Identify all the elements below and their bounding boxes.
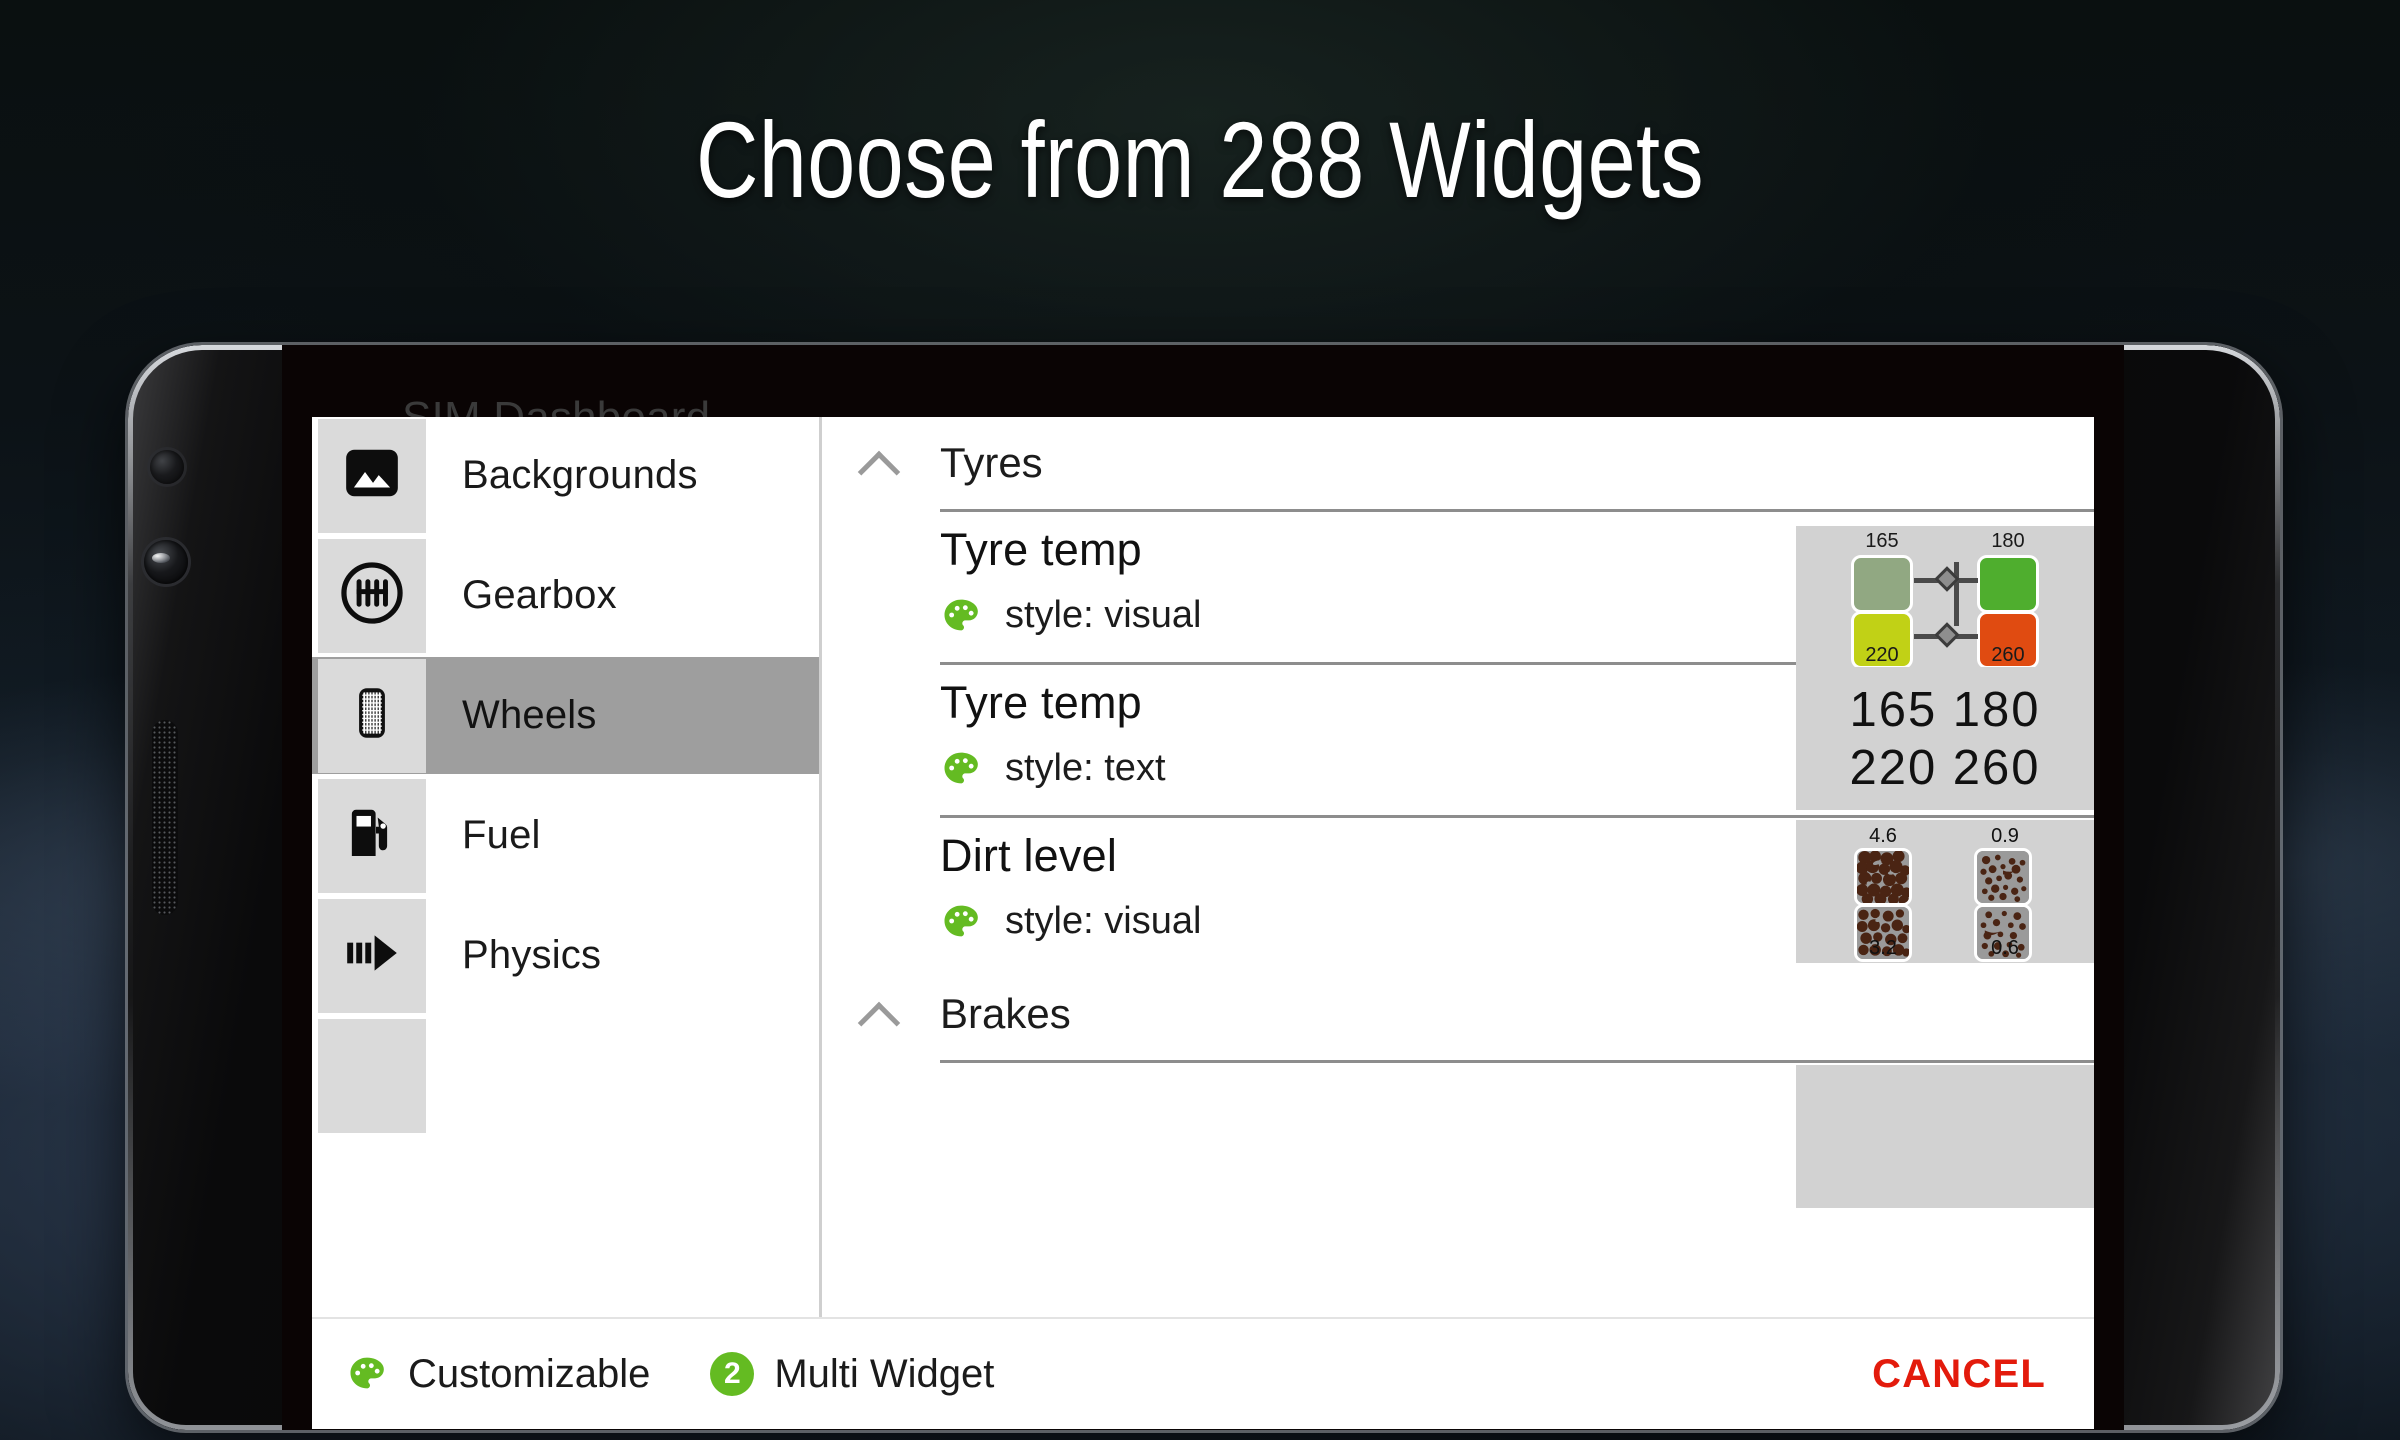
preview-tile-fr [1977,555,2039,613]
speaker-grille [152,720,178,915]
palette-icon [346,1354,388,1394]
legend-customizable: Customizable [346,1352,650,1397]
sidebar-item-label: Wheels [462,693,597,737]
group-title: Tyres [940,439,1043,486]
sidebar-icon-tile-gearbox [318,538,426,653]
preview-tile-fr [1974,848,2032,906]
list-clip-edge [822,1307,2094,1317]
camera-lens-icon-top [150,450,184,484]
chevron-up-icon[interactable] [856,991,902,1037]
sidebar-item-label: Physics [462,933,602,977]
legend-label-customizable: Customizable [408,1351,651,1396]
widget-row-tyre-temp-text[interactable]: Tyre temp style: text 165 180 220 260 [822,665,2094,815]
sidebar-item-label: Gearbox [462,573,617,617]
sidebar-item-label: Fuel [462,813,541,857]
widget-list[interactable]: Tyres Tyre temp style: visual 165 180 22… [822,417,2094,1317]
preview-value-fl: 165 [1865,530,1899,552]
widget-row-text: Tyre temp [940,524,1796,637]
cancel-button[interactable]: CANCEL [1866,1344,2052,1405]
preview-tile-fl [1851,555,1913,613]
phone-device-mockup: SIM Dashboard [128,345,2280,1430]
sidebar-icon-tile-fuel [318,778,426,893]
sidebar-icon-tile-partial [318,1018,426,1133]
image-icon [341,442,403,509]
widget-style-label: style: visual [1005,594,1202,636]
sidebar-item-gearbox[interactable]: Gearbox [312,537,822,654]
camera-lens-icon-bottom [144,540,188,584]
widget-preview-tyre-temp-visual: 165 180 220 260 [1796,526,2094,669]
preview-text-line-rear: 220 260 [1849,740,2041,795]
widget-style-label: style: visual [1005,900,1202,942]
hero-title: Choose from 288 Widgets [695,99,1705,220]
tyre-icon [341,682,403,749]
preview-tile-fl [1854,848,1912,906]
widget-row-tyre-temp-visual[interactable]: Tyre temp style: visual 165 180 220 260 [822,512,2094,669]
group-header-tyres[interactable]: Tyres [822,417,2094,509]
phone-screen: SIM Dashboard [282,345,2124,1430]
widget-preview-dirt-level: 4.6 0.9 3.2 0.6 [1796,820,2094,963]
gearbox-icon [339,560,405,631]
preview-node-rear [1934,622,1960,648]
legend-multi-widget: 2 Multi Widget [710,1352,994,1397]
widget-name: Tyre temp [940,524,1142,575]
dialog-body: Backgrounds Gearbox Wheels Fuel Physics … [312,417,2094,1317]
legend-label-multi-widget: Multi Widget [774,1351,995,1396]
group-title: Brakes [940,990,1071,1037]
physics-motion-icon [341,922,403,989]
preview-axle-spine [1954,562,1959,626]
widget-preview-partial [1796,1065,2094,1208]
widget-preview-tyre-temp-text: 165 180 220 260 [1796,667,2094,810]
preview-value-rl: 220 [1865,644,1899,666]
sidebar-icon-tile-backgrounds [318,418,426,533]
palette-icon [940,902,982,942]
sidebar-item-physics[interactable]: Physics [312,897,822,1014]
sidebar-item-wheels[interactable]: Wheels [312,657,822,774]
sidebar-icon-tile-physics [318,898,426,1013]
widget-row-partial-brakes[interactable] [822,1063,2094,1213]
sidebar-item-fuel[interactable]: Fuel [312,777,822,894]
widget-row-dirt-level-visual[interactable]: Dirt level style: visual 4.6 0.9 3.2 0.6 [822,818,2094,968]
preview-text-block: 165 180 220 260 [1796,667,2094,810]
widget-style-label: style: text [1005,747,1166,789]
preview-value-rr: 0.6 [1991,937,2019,959]
preview-text-line-front: 165 180 [1849,682,2041,737]
dialog-footer: Customizable 2 Multi Widget CANCEL [312,1317,2094,1429]
fuel-pump-icon [341,802,403,869]
widget-chooser-dialog: Backgrounds Gearbox Wheels Fuel Physics … [312,417,2094,1429]
sidebar-item-label: Backgrounds [462,453,698,497]
screenshot-stage: Choose from 288 Widgets SIM Dashboard [0,0,2400,1440]
palette-icon [940,749,982,789]
category-sidebar[interactable]: Backgrounds Gearbox Wheels Fuel Physics [312,417,822,1317]
preview-value-fl: 4.6 [1869,825,1897,847]
palette-icon [940,596,982,636]
sidebar-item-backgrounds[interactable]: Backgrounds [312,417,822,534]
preview-value-rr: 260 [1991,644,2025,666]
preview-value-fr: 180 [1991,530,2025,552]
chevron-up-icon[interactable] [856,440,902,486]
group-header-brakes[interactable]: Brakes [822,968,2094,1060]
sidebar-icon-tile-wheels [318,658,426,773]
widget-style-line: style: visual [940,594,1796,637]
preview-value-rl: 3.2 [1869,937,1897,959]
sidebar-item-next-partial[interactable] [312,1017,822,1134]
multi-widget-badge: 2 [710,1352,755,1396]
preview-value-fr: 0.9 [1991,825,2019,847]
